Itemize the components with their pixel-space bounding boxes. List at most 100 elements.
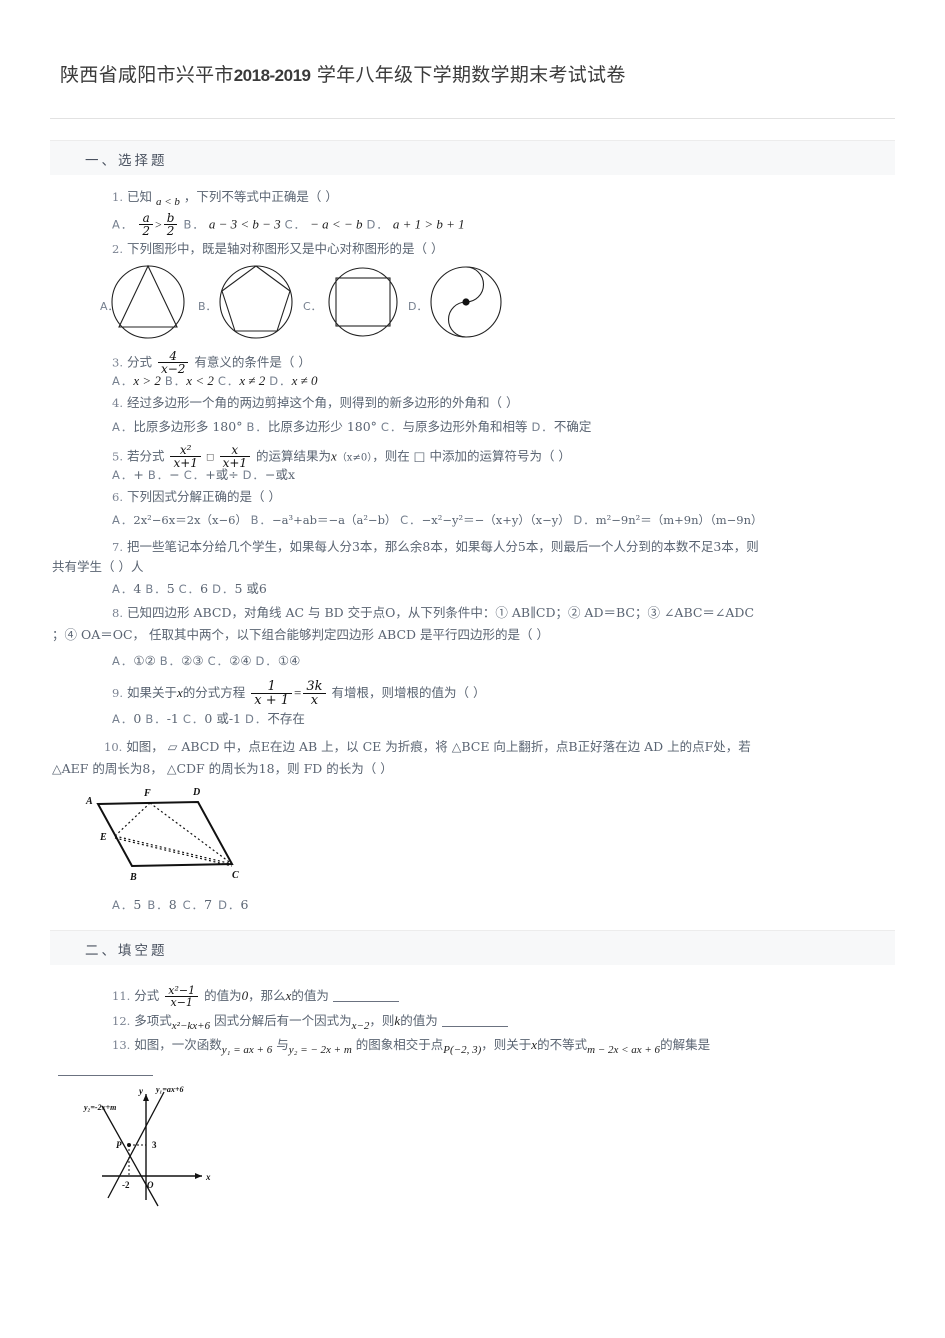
- svg-text:D．: D．: [408, 300, 427, 313]
- question-10-text-2: △AEF 的周长为8， △CDF 的周长为18，则 FD 的长为（ ）: [52, 761, 393, 776]
- circle-square-icon: [328, 267, 398, 337]
- question-12-answer-blank[interactable]: [441, 1015, 508, 1027]
- question-1-text-a: 已知: [126, 189, 152, 204]
- question-9-rhs-top: 3k: [306, 679, 323, 694]
- question-8-option-d-letter: D．: [255, 654, 278, 668]
- question-6-option-d-text: m²−9n²＝（m+9n）（m−9n）: [595, 513, 763, 527]
- graph-line2-label: y₂=-2x+m: [83, 1103, 116, 1112]
- question-8-text-1: 已知四边形 ABCD，对角线 AC 与 BD 交于点O，从下列条件中：① AB∥…: [126, 605, 755, 620]
- question-1-option-c-letter: C．: [284, 217, 307, 232]
- question-7-option-c-letter: C．: [178, 582, 201, 596]
- question-9-options: A．0 B．-1 C．0 或-1 D．不存在: [112, 712, 305, 726]
- question-5-number: 5.: [112, 449, 123, 464]
- question-7-option-a-text: 4: [133, 581, 142, 596]
- svg-text:x: x: [205, 1172, 211, 1182]
- question-9-text-c: 有增根，则增根的值为（ ）: [331, 685, 486, 701]
- question-8-options: A．①② B．②③ C．②④ D．①④: [112, 654, 300, 668]
- question-13-text-f: 的解集是: [660, 1037, 711, 1052]
- svg-text:3: 3: [152, 1140, 157, 1150]
- question-13-text-d: ，则关于: [481, 1037, 532, 1052]
- question-10-option-b-text: 8: [168, 897, 178, 912]
- question-11-fraction: x²−1 x−1: [165, 984, 199, 1008]
- section-label-fill: 二、填空题: [85, 943, 168, 959]
- question-10-option-a-text: 5: [133, 897, 143, 912]
- question-13-text-a: 如图，一次函数: [134, 1037, 222, 1052]
- question-3-option-c-letter: C．: [217, 374, 240, 388]
- question-5-cond: （x≠0）: [336, 452, 373, 464]
- question-5-frac2-top: x: [231, 443, 239, 457]
- question-5-fraction-1: x² x+1: [170, 443, 201, 469]
- question-5-options: A．+ B．− C．+或÷ D．−或x: [112, 468, 295, 482]
- question-8-option-a-letter: A．: [112, 654, 134, 668]
- question-10-option-d-letter: D．: [218, 898, 241, 912]
- svg-text:E: E: [99, 832, 107, 843]
- question-6-stem: 6. 下列因式分解正确的是（ ）: [112, 490, 281, 504]
- question-3-text-a: 分式: [126, 354, 152, 370]
- question-10-option-b-letter: B．: [147, 898, 169, 912]
- question-2-option-figures: A． B． C． D．: [98, 262, 518, 340]
- section-label-choice: 一、选择题: [85, 153, 168, 169]
- svg-text:C．: C．: [303, 300, 322, 313]
- question-8-number: 8.: [112, 606, 123, 620]
- question-13-point: P(−2, 3): [443, 1044, 482, 1056]
- question-9-text-b: 的分式方程: [182, 685, 246, 701]
- question-4-text: 经过多边形一个角的两边剪掉这个角，则得到的新多边形的外角和（ ）: [126, 395, 519, 410]
- question-10-option-a-letter: A．: [112, 898, 134, 912]
- question-11-answer-blank[interactable]: [332, 990, 399, 1003]
- question-9-stem: 9. 如果关于 x 的分式方程 1x + 1 = 3k x 有增根，则增根的值为（ ）: [112, 680, 486, 708]
- question-13-answer-blank[interactable]: [58, 1074, 153, 1076]
- question-8-option-a-text: ①②: [133, 653, 156, 668]
- question-5-option-b-text: −: [169, 467, 180, 482]
- svg-text:O: O: [147, 1180, 154, 1190]
- question-6-option-d-letter: D．: [573, 513, 596, 527]
- question-7-text-2: 共有学生（ ）人: [52, 559, 144, 574]
- question-13-text-e: 的不等式: [537, 1037, 588, 1052]
- question-2-stem: 2. 下列图形中，既是轴对称图形又是中心对称图形的是（ ）: [112, 242, 443, 256]
- question-1-option-d-text: a + 1 > b + 1: [392, 216, 465, 232]
- question-4-option-a-text: 比原多边形多 180°: [133, 419, 243, 434]
- question-12-factor: x−2: [351, 1020, 370, 1032]
- question-9-option-c-letter: C．: [182, 712, 205, 726]
- question-5-option-d-letter: D．: [242, 468, 266, 482]
- question-3-option-a-text: x > 2: [133, 373, 161, 388]
- section-header-fill: 二、填空题: [50, 930, 895, 965]
- question-8-option-b-letter: B．: [159, 654, 182, 668]
- question-9-rhs-bot: x: [303, 693, 326, 707]
- question-10-stem-line1: 10. 如图， ▱ ABCD 中，点E在边 AB 上，以 CE 为折痕，将 △B…: [104, 740, 751, 754]
- question-7-option-b-text: 5: [166, 581, 175, 596]
- question-13-text-c: 的图象相交于点: [355, 1037, 444, 1052]
- question-5-frac1-top: x²: [179, 443, 192, 457]
- question-7-option-c-text: 6: [200, 581, 209, 596]
- question-1-options: A． a 2 > b 2 B． a − 3 < b − 3 C． − a < − b D…: [112, 211, 465, 239]
- question-4-option-b-text: 比原多边形少 180°: [267, 419, 377, 434]
- question-11-frac-bot: x−1: [165, 996, 199, 1008]
- question-7-options: A．4 B．5 C．6 D．5 或6: [112, 582, 267, 596]
- question-5-stem: 5. 若分式 x² x+1 □ x x+1 的运算结果为 x （x≠0），则在 □ 中添…: [112, 443, 571, 470]
- question-3-option-c-text: x ≠ 2: [239, 373, 266, 388]
- question-12-expression: x²−kx+6: [171, 1020, 211, 1032]
- question-10-options: A．5 B．8 C．7 D．6: [112, 898, 249, 912]
- svg-text:F: F: [143, 788, 151, 799]
- svg-text:B: B: [129, 872, 137, 883]
- question-10-stem-line2: △AEF 的周长为8， △CDF 的周长为18，则 FD 的长为（ ）: [52, 762, 393, 776]
- circle-triangle-icon: [111, 264, 185, 339]
- question-6-option-c-text: −x²−y²＝−（x+y）（x−y）: [421, 513, 570, 527]
- section-header-choice: 一、选择题: [50, 140, 895, 175]
- question-6-option-a-text: 2x²−6x＝2x（x−6）: [133, 513, 247, 527]
- circle-yinyang-icon: [430, 266, 502, 338]
- question-11-text-b: 的值为: [204, 988, 242, 1004]
- question-3-frac-top: 4: [169, 349, 178, 363]
- question-11-frac-top: x²−1: [168, 984, 196, 997]
- question-1-option-c-text: − a < − b: [310, 216, 363, 232]
- question-5-option-c-text: +或÷: [205, 467, 239, 482]
- question-9-lhs-top: 1: [267, 679, 276, 694]
- question-10-text-1: 如图， ▱ ABCD 中，点E在边 AB 上，以 CE 为折痕，将 △BCE 向…: [126, 739, 751, 754]
- question-11-stem: 11. 分式 x²−1 x−1 的值为0，那么x的值为: [112, 985, 399, 1008]
- question-3-option-b-text: x < 2: [186, 373, 214, 388]
- question-5-option-b-letter: B．: [147, 468, 170, 482]
- question-4-options: A．比原多边形多 180° B．比原多边形少 180° C．与原多边形外角和相等…: [112, 420, 591, 434]
- question-5-option-c-letter: C．: [183, 468, 206, 482]
- question-1-option-d-letter: D．: [366, 217, 389, 232]
- question-4-option-b-letter: B．: [246, 420, 268, 434]
- question-12-stem: 12. 多项式x²−kx+6 因式分解后有一个因式为x−2，则k的值为: [112, 1013, 508, 1032]
